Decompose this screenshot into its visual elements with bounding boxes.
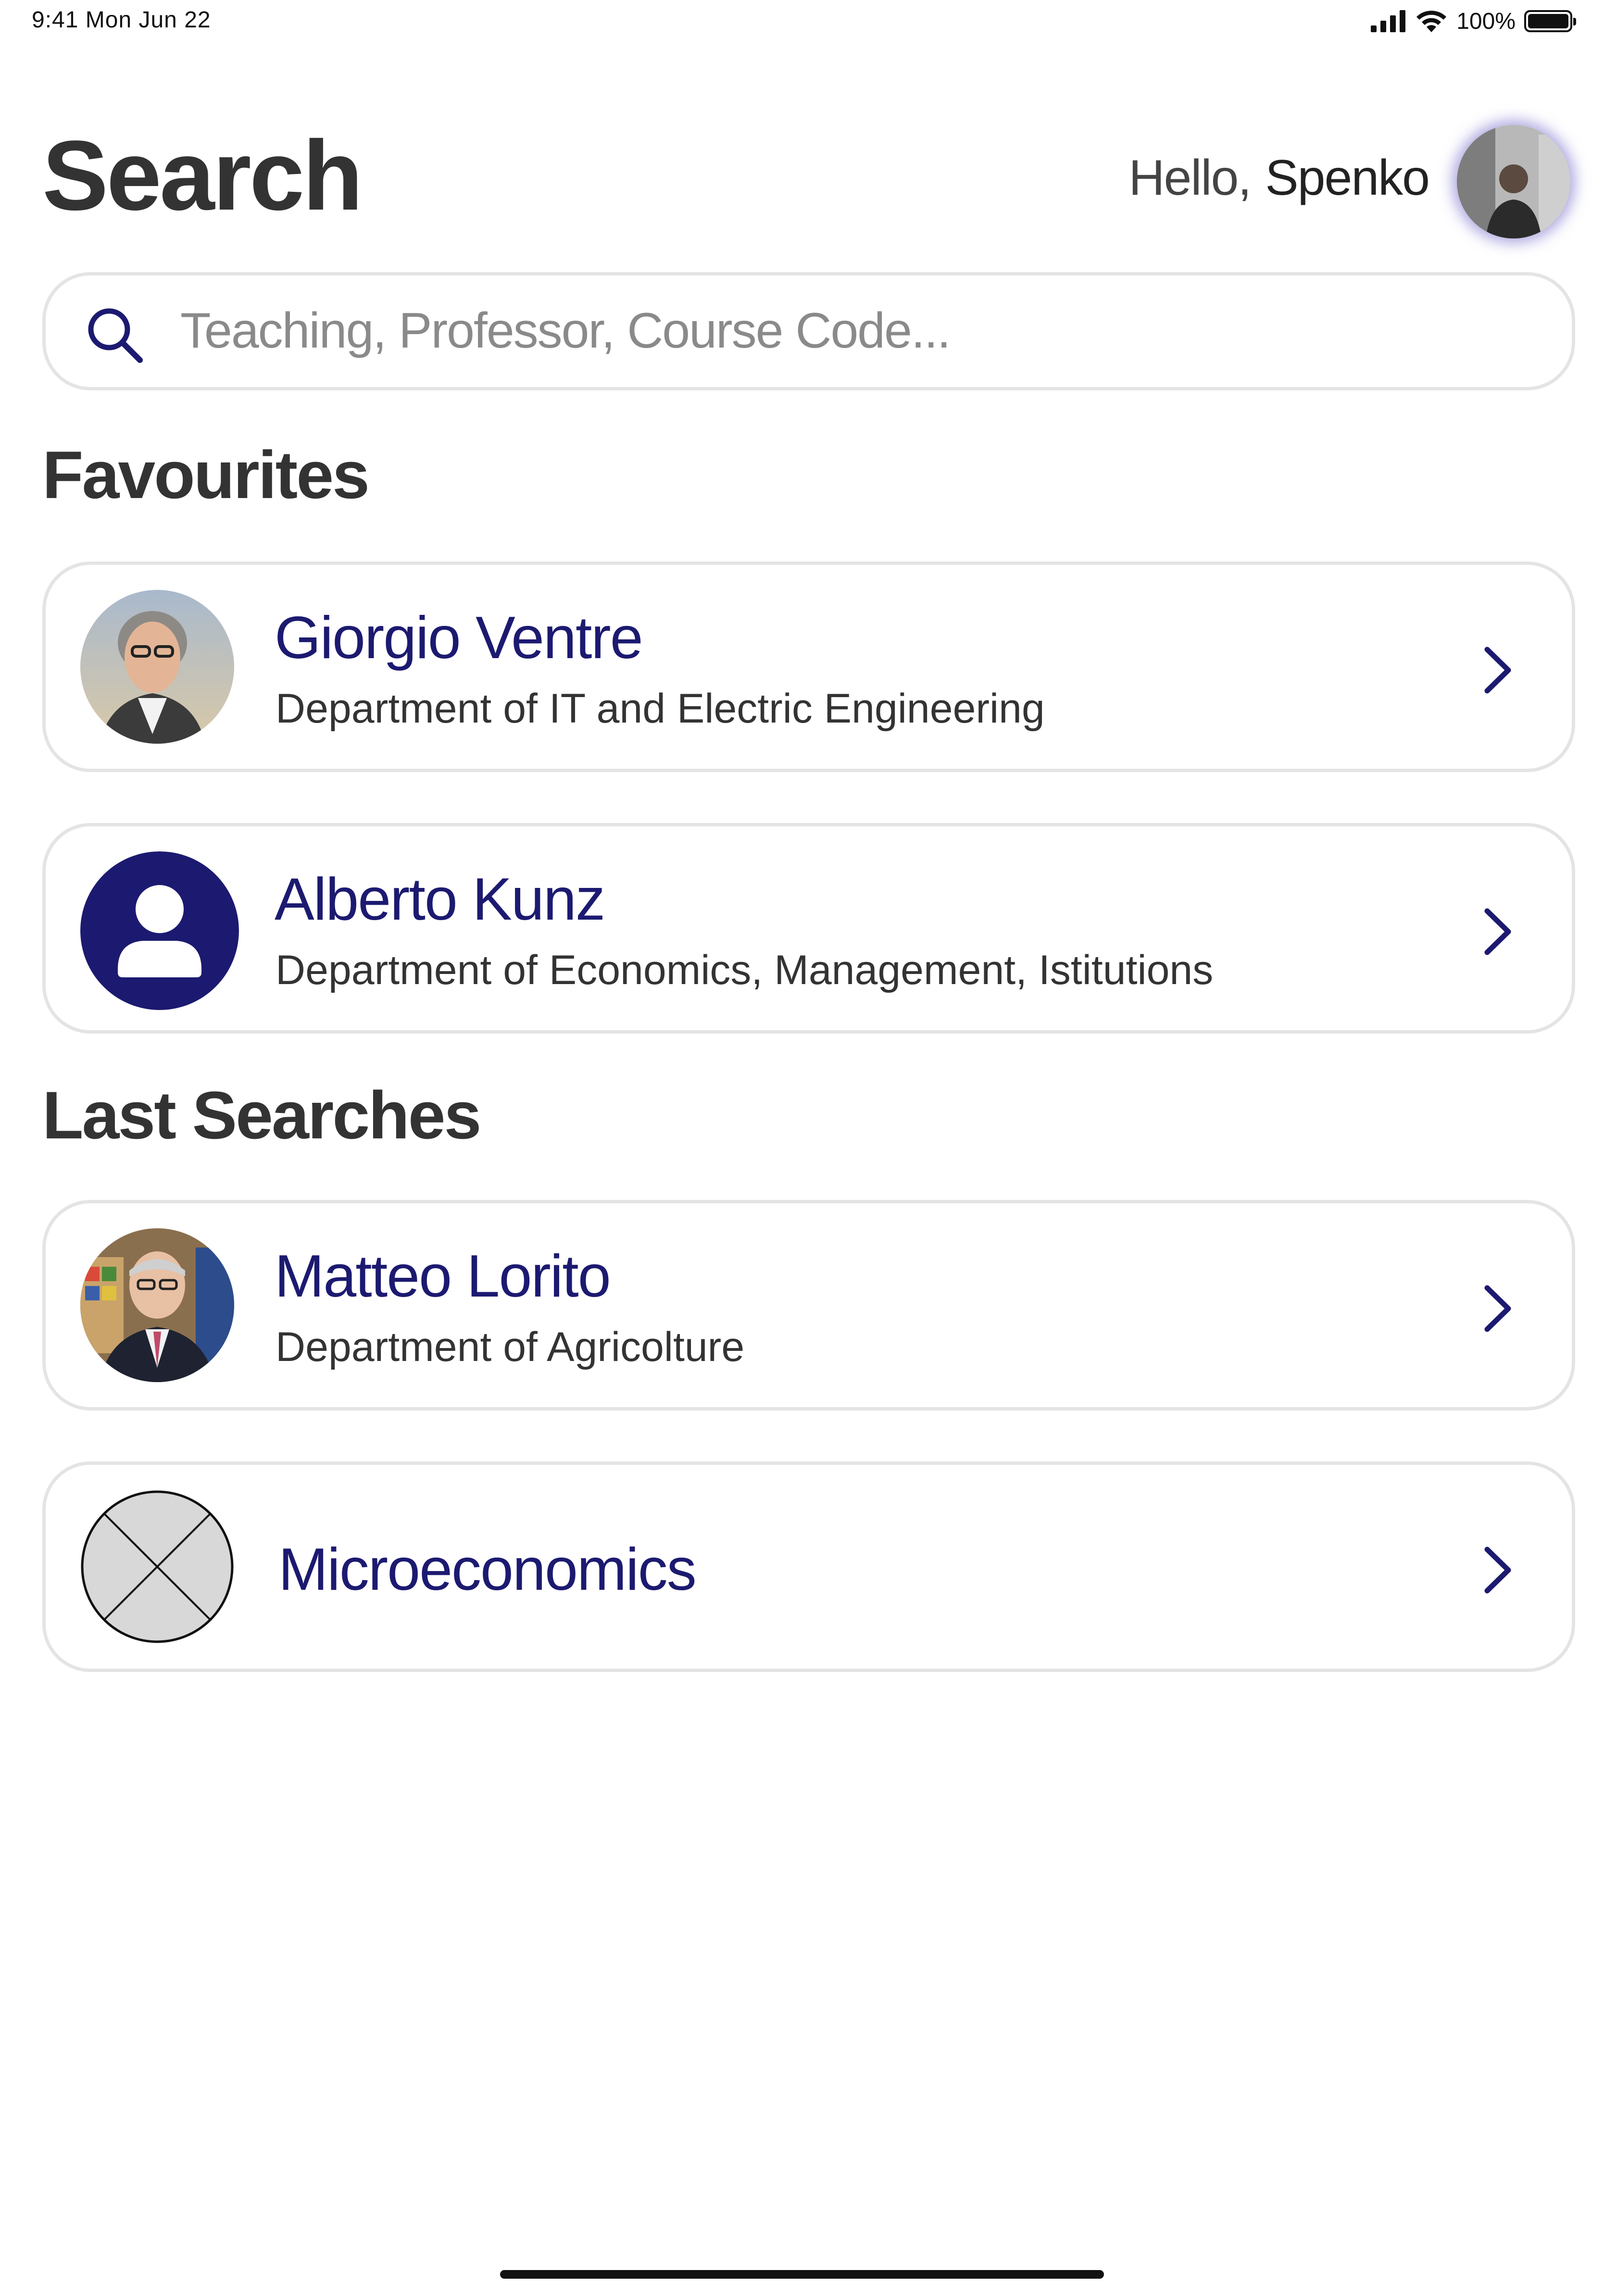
last-searches-title: Last Searches — [42, 1077, 481, 1153]
card-title: Alberto Kunz — [275, 866, 605, 933]
greeting: Hello, Spenko — [1128, 150, 1430, 206]
avatar — [80, 1228, 234, 1382]
card-subtitle: Department of IT and Electric Engineerin… — [276, 686, 1045, 732]
user-photo-icon — [1457, 125, 1570, 238]
card-title: Giorgio Ventre — [275, 605, 643, 671]
chevron-right-icon — [1484, 1285, 1511, 1332]
card-title: Matteo Lorito — [275, 1243, 611, 1310]
search-input[interactable] — [180, 295, 1527, 367]
page-title: Search — [42, 120, 363, 231]
avatar — [80, 851, 239, 1010]
image-placeholder-icon — [81, 1490, 234, 1643]
avatar — [80, 1490, 234, 1644]
card-title: Microeconomics — [278, 1536, 697, 1603]
status-time: 9:41 Mon Jun 22 — [32, 7, 211, 33]
search-icon — [88, 308, 143, 363]
wifi-icon — [1416, 11, 1447, 32]
status-bar: 9:41 Mon Jun 22 100% — [0, 0, 1604, 48]
search-bar[interactable] — [42, 272, 1575, 390]
favourite-item-alberto-kunz[interactable]: Alberto Kunz Department of Economics, Ma… — [42, 823, 1575, 1034]
favourite-item-giorgio-ventre[interactable]: Giorgio Ventre Department of IT and Elec… — [42, 562, 1575, 772]
avatar — [80, 590, 234, 744]
favourites-title: Favourites — [42, 437, 370, 512]
last-search-item-microeconomics[interactable]: Microeconomics — [42, 1461, 1575, 1672]
last-search-item-matteo-lorito[interactable]: Matteo Lorito Department of Agricolture — [42, 1200, 1575, 1410]
battery-percent: 100% — [1456, 8, 1516, 34]
card-subtitle: Department of Economics, Management, Ist… — [276, 947, 1214, 993]
chevron-right-icon — [1484, 1547, 1511, 1594]
status-indicators: 100% — [1371, 6, 1576, 37]
user-avatar[interactable] — [1457, 125, 1570, 238]
battery-icon — [1524, 10, 1576, 32]
battery-fill — [1528, 14, 1568, 28]
professor-photo-icon — [80, 1228, 234, 1382]
person-placeholder-icon — [80, 851, 239, 1010]
signal-icon — [1371, 10, 1406, 32]
user-name: Spenko — [1265, 150, 1430, 206]
chevron-right-icon — [1484, 908, 1511, 955]
professor-photo-icon — [80, 590, 234, 744]
card-subtitle: Department of Agricolture — [276, 1324, 745, 1370]
home-indicator[interactable] — [500, 2270, 1104, 2279]
greeting-prefix: Hello, — [1128, 150, 1252, 206]
chevron-right-icon — [1484, 647, 1511, 694]
